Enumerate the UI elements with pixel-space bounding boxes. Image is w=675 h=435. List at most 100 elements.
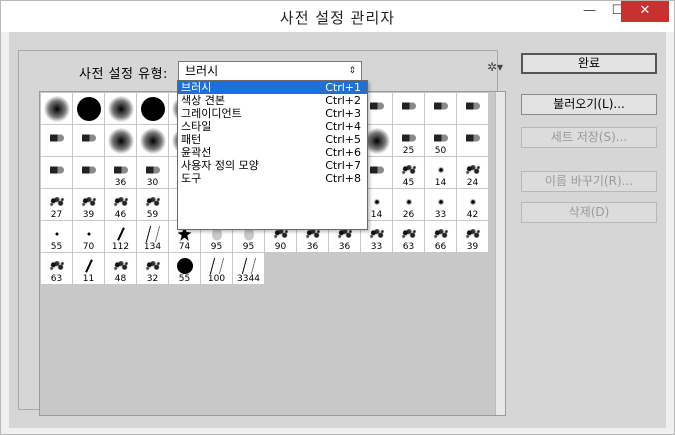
brush-preset-cell[interactable]: 63	[393, 221, 425, 253]
close-button[interactable]: ✕	[621, 1, 669, 22]
minimize-button[interactable]: —	[576, 1, 603, 22]
brush-preset-cell[interactable]: 39	[73, 189, 105, 221]
menu-item-tools[interactable]: 도구 Ctrl+8	[178, 172, 367, 185]
brush-preset-cell[interactable]	[393, 93, 425, 125]
brush-preset-cell[interactable]: 14	[425, 157, 457, 189]
done-button[interactable]: 완료	[521, 53, 657, 74]
brush-preset-cell[interactable]	[73, 93, 105, 125]
brush-tip-icon	[49, 166, 64, 174]
menu-item-styles[interactable]: 스타일 Ctrl+4	[178, 120, 367, 133]
brush-preset-cell[interactable]: 25	[393, 125, 425, 157]
brush-preset-cell[interactable]: 59	[137, 189, 169, 221]
brush-tip-icon	[55, 232, 58, 236]
brush-preset-cell[interactable]: 36	[105, 157, 137, 189]
menu-item-label: 스타일	[181, 120, 212, 133]
brush-preset-cell[interactable]: 33	[425, 189, 457, 221]
brush-size-label: 112	[111, 242, 130, 252]
brush-preset-cell[interactable]: 48	[105, 253, 137, 285]
brush-preset-cell[interactable]: 42	[457, 189, 489, 221]
rename-button[interactable]: 이름 바꾸기(R)...	[521, 171, 657, 192]
menu-item-gradients[interactable]: 그레이디언트 Ctrl+3	[178, 107, 367, 120]
menu-item-label: 사용자 정의 모양	[181, 159, 259, 172]
menu-item-contours[interactable]: 윤곽선 Ctrl+6	[178, 146, 367, 159]
brush-preset-cell[interactable]: 55	[169, 253, 201, 285]
load-button[interactable]: 불러오기(L)...	[521, 94, 657, 115]
brush-preset-cell[interactable]: 112	[105, 221, 137, 253]
brush-preset-cell[interactable]: 46	[105, 189, 137, 221]
brush-tip-icon	[87, 232, 90, 236]
menu-item-label: 패턴	[181, 133, 202, 146]
brush-preset-cell[interactable]: 26	[393, 189, 425, 221]
brush-preset-cell[interactable]: 24	[457, 157, 489, 189]
brush-tip-icon	[81, 166, 96, 174]
brush-preset-cell[interactable]: 70	[73, 221, 105, 253]
brush-preset-cell[interactable]	[73, 125, 105, 157]
menu-item-brush[interactable]: 브러시 Ctrl+1	[178, 81, 367, 94]
brush-preset-cell[interactable]	[457, 93, 489, 125]
menu-item-shortcut: Ctrl+8	[325, 172, 361, 185]
brush-size-label: 46	[114, 210, 127, 220]
brush-size-label: 63	[402, 242, 415, 252]
brush-preset-cell[interactable]: 55	[41, 221, 73, 253]
menu-item-shortcut: Ctrl+3	[325, 107, 361, 120]
brush-preset-cell[interactable]: 100	[201, 253, 233, 285]
brush-preset-cell[interactable]: 32	[137, 253, 169, 285]
brush-preset-cell[interactable]: 27	[41, 189, 73, 221]
gear-menu-icon[interactable]: ✲▾	[487, 60, 503, 74]
brush-size-label: 95	[242, 242, 255, 252]
save-set-button[interactable]: 세트 저장(S)...	[521, 127, 657, 148]
brush-tip-icon	[49, 134, 64, 142]
brush-preset-cell[interactable]: 63	[41, 253, 73, 285]
brush-preset-cell[interactable]	[41, 93, 73, 125]
brush-tip-icon	[373, 198, 380, 206]
menu-item-shortcut: Ctrl+1	[325, 81, 361, 94]
brush-size-label: 36	[306, 242, 319, 252]
brush-tip-icon	[241, 258, 256, 275]
menu-item-label: 그레이디언트	[181, 107, 242, 120]
brush-preset-cell[interactable]: 45	[393, 157, 425, 189]
brush-size-label: 55	[50, 242, 63, 252]
brush-preset-cell[interactable]: 39	[457, 221, 489, 253]
menu-item-custom-shapes[interactable]: 사용자 정의 모양 Ctrl+7	[178, 159, 367, 172]
preset-type-select[interactable]: 브러시 ⇕	[178, 61, 362, 81]
brush-tip-icon	[76, 96, 101, 121]
brush-preset-cell[interactable]: 66	[425, 221, 457, 253]
brush-size-label: 30	[146, 178, 159, 188]
brush-preset-cell[interactable]	[425, 93, 457, 125]
brush-preset-cell[interactable]	[105, 93, 137, 125]
brush-tip-icon	[369, 166, 384, 174]
brush-preset-cell[interactable]: 3344	[233, 253, 265, 285]
brush-size-label: 33	[434, 210, 447, 220]
brush-preset-cell[interactable]	[457, 125, 489, 157]
menu-item-swatches[interactable]: 색상 견본 Ctrl+2	[178, 94, 367, 107]
brush-size-label: 50	[434, 146, 447, 156]
brush-preset-cell[interactable]: 134	[137, 221, 169, 253]
brush-preset-cell[interactable]: 11	[73, 253, 105, 285]
brush-size-label: 32	[146, 274, 159, 284]
brush-tip-icon	[465, 102, 480, 110]
brush-size-label: 74	[178, 242, 191, 252]
brush-preset-cell[interactable]	[137, 125, 169, 157]
brush-tip-icon	[437, 166, 444, 174]
brush-size-label: 25	[402, 146, 415, 156]
brush-preset-cell[interactable]	[73, 157, 105, 189]
scrollbar[interactable]	[495, 92, 505, 415]
brush-tip-icon	[84, 259, 93, 273]
brush-preset-cell[interactable]	[41, 125, 73, 157]
brush-preset-cell[interactable]: 30	[137, 157, 169, 189]
delete-button[interactable]: 삭제(D)	[521, 202, 657, 223]
brush-tip-icon	[463, 228, 482, 241]
brush-size-label: 11	[82, 274, 95, 284]
brush-tip-icon	[116, 227, 125, 241]
brush-tip-icon	[111, 260, 130, 273]
brush-tip-icon	[401, 134, 416, 142]
menu-item-label: 브러시	[181, 81, 212, 94]
menu-item-patterns[interactable]: 패턴 Ctrl+5	[178, 133, 367, 146]
brush-preset-cell[interactable]	[41, 157, 73, 189]
brush-preset-cell[interactable]	[105, 125, 137, 157]
brush-preset-cell[interactable]	[137, 93, 169, 125]
brush-preset-cell[interactable]: 50	[425, 125, 457, 157]
brush-tip-icon	[401, 102, 416, 110]
preset-type-value: 브러시	[185, 64, 219, 78]
brush-tip-icon	[145, 226, 160, 243]
